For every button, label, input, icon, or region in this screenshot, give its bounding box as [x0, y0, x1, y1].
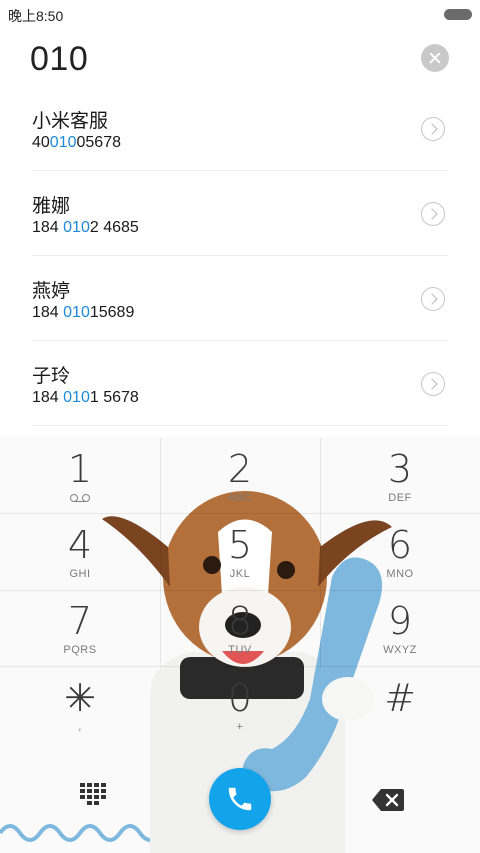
key-digit: 7 — [67, 599, 93, 643]
dialpad-icon[interactable] — [80, 783, 106, 809]
number-match-highlight: 010 — [49, 134, 77, 151]
number-match-highlight: 010 — [63, 219, 90, 236]
key-digit: 1 — [67, 447, 93, 491]
key-digit: 2 — [227, 447, 253, 491]
contact-item[interactable]: 燕婷 184 01015689 — [32, 256, 448, 341]
contact-name: 雅娜 — [32, 196, 71, 217]
key-letters: JKL — [229, 568, 251, 580]
contact-name: 子玲 — [32, 366, 71, 387]
dial-keypad: 1 2 ABC 3 DEF 4 GHI 5 JKL 6 MNO 7 PQRS 8… — [0, 437, 480, 853]
key-letters: MNO — [386, 568, 414, 580]
contact-item[interactable]: 小米客服 4001005678 — [32, 86, 448, 171]
key-1[interactable]: 1 — [0, 437, 160, 513]
chevron-right-icon[interactable] — [421, 372, 445, 396]
key-9[interactable]: 9 WXYZ — [320, 589, 480, 665]
contact-name: 燕婷 — [32, 281, 71, 302]
key-3[interactable]: 3 DEF — [320, 437, 480, 513]
key-digit: 4 — [67, 523, 93, 567]
key-digit: 5 — [227, 523, 253, 567]
key-letters: TUV — [228, 644, 252, 656]
key-digit: ✳ — [64, 676, 96, 720]
contact-match-list: 小米客服 4001005678 雅娜 184 0102 4685 燕婷 184 … — [0, 86, 480, 426]
dial-input-bar: 010 — [0, 36, 480, 86]
key-digit: 9 — [387, 599, 413, 643]
key-star[interactable]: ✳ , — [0, 666, 160, 742]
number-match-highlight: 010 — [63, 304, 90, 321]
key-digit: 6 — [387, 523, 413, 567]
contact-name: 小米客服 — [32, 111, 109, 132]
close-icon[interactable] — [421, 44, 449, 72]
chevron-right-icon[interactable] — [421, 287, 445, 311]
contact-item[interactable]: 子玲 184 0101 5678 — [32, 341, 448, 426]
key-7[interactable]: 7 PQRS — [0, 589, 160, 665]
key-hash[interactable]: # — [320, 666, 480, 742]
key-letters: GHI — [69, 568, 91, 580]
key-0[interactable]: 0 + — [160, 666, 320, 742]
key-2[interactable]: 2 ABC — [160, 437, 320, 513]
key-digit: 0 — [227, 676, 253, 720]
key-letters: DEF — [388, 492, 412, 504]
backspace-icon[interactable] — [372, 789, 404, 811]
chevron-right-icon[interactable] — [421, 202, 445, 226]
number-match-highlight: 010 — [63, 389, 90, 406]
key-8[interactable]: 8 TUV — [160, 589, 320, 665]
status-time: 晚上8:50 — [8, 8, 64, 24]
contact-number: 184 01015689 — [32, 304, 135, 321]
phone-icon — [228, 787, 252, 811]
key-letters: + — [236, 721, 244, 733]
key-5[interactable]: 5 JKL — [160, 513, 320, 589]
key-letters: ABC — [227, 492, 253, 504]
voicemail-icon — [70, 494, 90, 502]
chevron-right-icon[interactable] — [421, 117, 445, 141]
contact-item[interactable]: 雅娜 184 0102 4685 — [32, 171, 448, 256]
key-letters: PQRS — [63, 644, 97, 656]
key-letters: , — [78, 721, 82, 733]
dialed-number[interactable]: 010 — [30, 40, 88, 79]
key-6[interactable]: 6 MNO — [320, 513, 480, 589]
key-digit: # — [384, 676, 416, 720]
key-digit: 3 — [387, 447, 413, 491]
key-digit: 8 — [227, 599, 253, 643]
contact-number: 184 0101 5678 — [32, 389, 139, 406]
contact-number: 184 0102 4685 — [32, 219, 139, 236]
call-button[interactable] — [209, 768, 271, 830]
key-letters: WXYZ — [383, 644, 417, 656]
key-4[interactable]: 4 GHI — [0, 513, 160, 589]
contact-number: 4001005678 — [32, 134, 121, 151]
battery-icon — [444, 9, 472, 20]
status-bar: 晚上8:50 — [0, 0, 480, 28]
